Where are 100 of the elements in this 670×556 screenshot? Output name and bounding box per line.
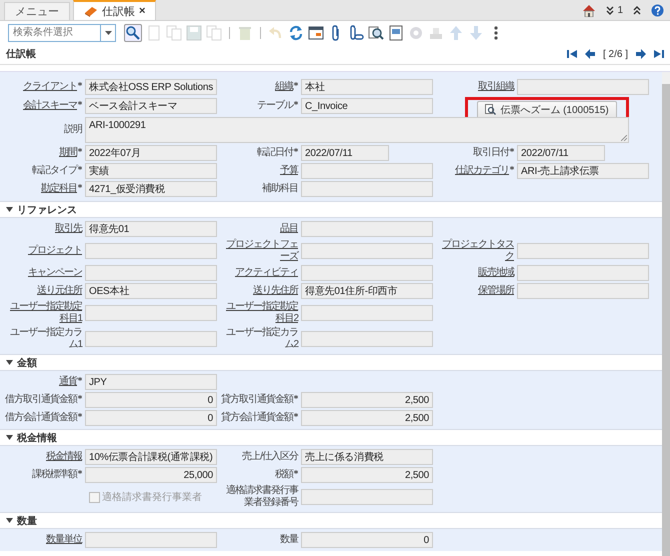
- input-field[interactable]: [517, 79, 649, 95]
- field-link[interactable]: 品目: [280, 223, 298, 235]
- field-link[interactable]: 会計スキーマ: [23, 100, 82, 112]
- input-field[interactable]: [301, 305, 433, 321]
- help-icon[interactable]: [651, 4, 664, 16]
- input-field[interactable]: 10%伝票合計課税(通常課税): [85, 449, 217, 465]
- field-link[interactable]: アクティビティ: [235, 267, 298, 279]
- input-field[interactable]: [85, 265, 217, 281]
- input-field[interactable]: 4271_仮受消費税: [85, 181, 217, 197]
- field-link[interactable]: キャンペーン: [28, 267, 82, 279]
- input-field[interactable]: 得意先01: [85, 221, 217, 237]
- input-field[interactable]: [517, 243, 649, 259]
- tab[interactable]: 仕訳帳 ×: [73, 0, 156, 20]
- input-field[interactable]: 2022/07/11: [301, 145, 389, 161]
- input-field[interactable]: 2,500: [301, 467, 433, 483]
- input-field[interactable]: [301, 243, 433, 259]
- double-chevron-down-icon[interactable]: [606, 6, 614, 14]
- input-field[interactable]: [301, 489, 433, 505]
- field-link[interactable]: 予算: [280, 165, 298, 177]
- field-link[interactable]: 保管場所: [478, 285, 514, 297]
- caret-down-icon[interactable]: [6, 359, 13, 366]
- grid-icon[interactable]: [308, 24, 324, 40]
- field-link[interactable]: プロジェクト: [28, 245, 82, 257]
- caret-down-icon[interactable]: [6, 517, 13, 524]
- field-link[interactable]: ユーザー指定勘定科目2: [220, 301, 298, 325]
- field-label: 課税標準額: [32, 469, 82, 481]
- input-field[interactable]: [301, 181, 433, 197]
- input-field[interactable]: [301, 163, 433, 179]
- field-label: 転記日付: [257, 147, 298, 159]
- tab[interactable]: メニュー: [4, 2, 70, 20]
- input-field[interactable]: 0: [85, 392, 217, 408]
- last-record-icon[interactable]: [654, 49, 664, 59]
- field-label: 補助科目: [262, 183, 298, 195]
- input-field[interactable]: [85, 305, 217, 321]
- input-field[interactable]: JPY: [85, 374, 217, 390]
- input-field[interactable]: C_Invoice: [301, 98, 433, 114]
- field-link[interactable]: 組織: [275, 81, 298, 93]
- next-arrow-icon[interactable]: [636, 49, 646, 59]
- input-field[interactable]: [85, 243, 217, 259]
- field-link[interactable]: 仕訳カテゴリ: [455, 165, 514, 177]
- field-label: ユーザー指定カラム2: [225, 327, 298, 351]
- field-link[interactable]: 送り元住所: [37, 285, 82, 297]
- input-field[interactable]: 2022年07月: [85, 145, 217, 161]
- caret-down-icon[interactable]: [6, 434, 13, 441]
- input-field[interactable]: 0: [85, 410, 217, 426]
- refresh-icon[interactable]: [288, 24, 304, 40]
- close-button[interactable]: ×: [139, 5, 146, 17]
- input-field[interactable]: 25,000: [85, 467, 217, 483]
- input-field[interactable]: 株式会社OSS ERP Solutions: [85, 79, 217, 95]
- field-link[interactable]: 通貨: [59, 376, 82, 388]
- input-field[interactable]: 売上に係る消費税: [301, 449, 433, 465]
- dropdown-button[interactable]: [100, 24, 116, 42]
- field-link[interactable]: 取引組織: [478, 81, 514, 93]
- zoom-button[interactable]: 伝票へズーム (1000515): [477, 100, 617, 118]
- section-title: 金額: [17, 356, 37, 370]
- text-area[interactable]: ARI-1000291: [85, 117, 629, 143]
- search-field[interactable]: 検索条件選択: [8, 24, 100, 42]
- report-icon[interactable]: [388, 24, 404, 40]
- field-link[interactable]: プロジェクトタスク: [436, 239, 514, 263]
- first-record-icon[interactable]: [566, 49, 577, 59]
- field-label: 売上/仕入区分: [242, 451, 298, 463]
- input-field[interactable]: 本社: [301, 79, 433, 95]
- field-link[interactable]: 送り先住所: [253, 285, 298, 297]
- input-field[interactable]: [301, 221, 433, 237]
- field-link[interactable]: プロジェクトフェーズ: [220, 239, 298, 263]
- input-field[interactable]: 得意先01住所-印西市: [301, 283, 433, 299]
- field-link[interactable]: 期間: [59, 147, 82, 159]
- search-icon[interactable]: [125, 24, 141, 40]
- field-label: 適格請求書発行事業者登録番号: [225, 485, 298, 509]
- field-label: 数量: [280, 534, 298, 546]
- input-field[interactable]: OES本社: [85, 283, 217, 299]
- input-field[interactable]: 2022/07/11: [517, 145, 605, 161]
- input-field[interactable]: [85, 331, 217, 347]
- field-link[interactable]: 販売地域: [478, 267, 514, 279]
- field-link[interactable]: 取引先: [55, 223, 82, 235]
- input-field[interactable]: ARI-売上請求伝票: [517, 163, 649, 179]
- input-field[interactable]: 0: [301, 532, 433, 548]
- input-field[interactable]: [301, 331, 433, 347]
- input-field[interactable]: 実績: [85, 163, 217, 179]
- zoom-document-icon: [485, 104, 496, 115]
- field-link[interactable]: 数量単位: [46, 534, 82, 546]
- tab-label: メニュー: [15, 5, 59, 19]
- field-link[interactable]: クライアント: [23, 81, 82, 93]
- input-field[interactable]: ベース会計スキーマ: [85, 98, 217, 114]
- home-icon[interactable]: [582, 4, 596, 16]
- field-link[interactable]: ユーザー指定勘定科目1: [4, 301, 82, 325]
- input-field[interactable]: [301, 265, 433, 281]
- magnifier-document-icon[interactable]: [368, 24, 384, 40]
- input-field[interactable]: [517, 265, 649, 281]
- caret-down-icon[interactable]: [6, 206, 13, 213]
- double-chevron-up-icon[interactable]: [633, 6, 641, 14]
- field-link[interactable]: 税金情報: [46, 451, 82, 463]
- input-field[interactable]: [85, 532, 217, 548]
- field-link[interactable]: 勘定科目: [41, 183, 82, 195]
- paperclip-link-icon[interactable]: [348, 24, 364, 40]
- previous-arrow-icon[interactable]: [584, 49, 595, 59]
- field-label: 借方取引通貨金額: [5, 394, 82, 406]
- input-field[interactable]: 2,500: [301, 410, 433, 426]
- input-field[interactable]: 2,500: [301, 392, 433, 408]
- input-field[interactable]: [517, 283, 649, 299]
